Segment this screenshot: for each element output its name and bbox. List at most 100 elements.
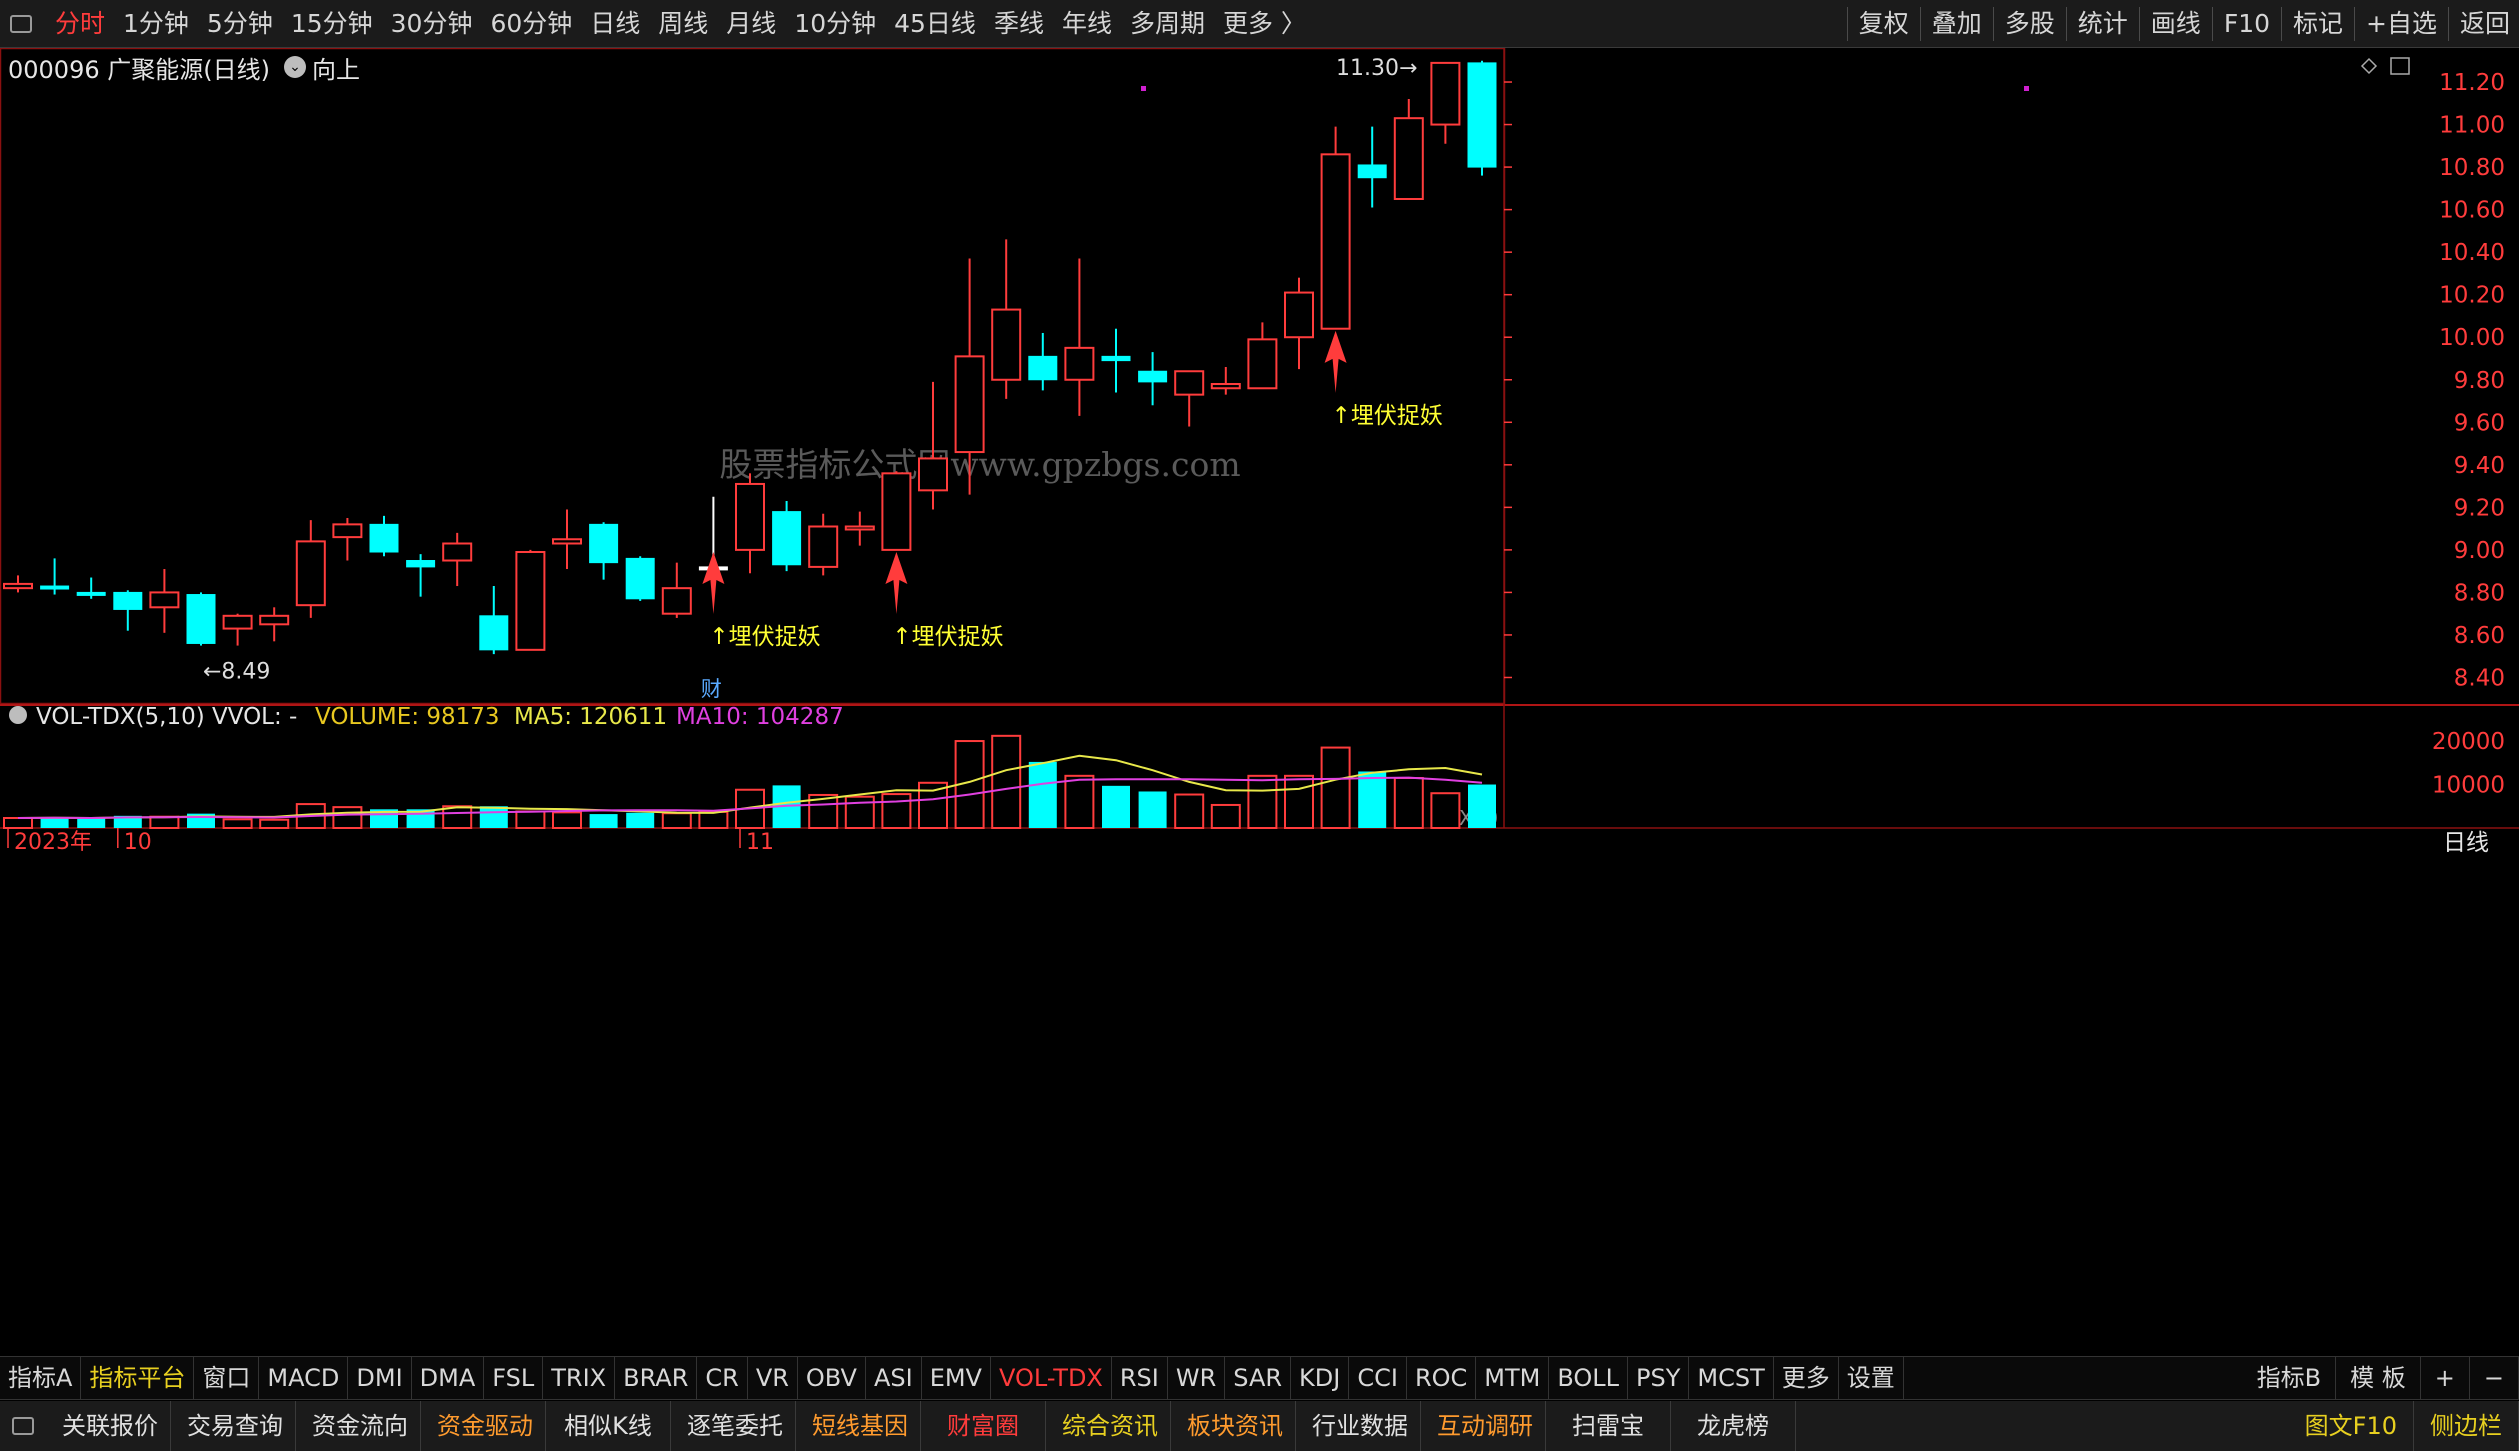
period-tab-12[interactable]: 年线 (1053, 0, 1121, 48)
toolbar-divider (2281, 6, 2283, 41)
volume-bar-up (1284, 774, 1314, 830)
period-tab-1[interactable]: 1分钟 (114, 0, 198, 48)
period-tab-11[interactable]: 季线 (985, 0, 1053, 48)
indicator-tool-2[interactable]: + (2421, 1356, 2470, 1400)
period-tab-3[interactable]: 15分钟 (282, 0, 382, 48)
indicator-tab-18[interactable]: KDJ (1291, 1356, 1350, 1400)
period-toolbar: 分时 1分钟 5分钟 15分钟 30分钟 60分钟 日线 周线 月线 10分钟 45日线 季线 年线 多周… (0, 0, 2519, 48)
period-tab-4[interactable]: 30分钟 (382, 0, 482, 48)
candle-body-up (149, 591, 180, 609)
candle-body-down (40, 585, 70, 590)
window-menu-icon[interactable] (10, 14, 32, 33)
indicator-tab-20[interactable]: ROC (1407, 1356, 1477, 1400)
volume-bar-up (3, 817, 33, 829)
indicator-tab-9[interactable]: CR (697, 1356, 748, 1400)
indicator-tab-26[interactable]: 设置 (1839, 1356, 1904, 1400)
indicator-tab-16[interactable]: WR (1168, 1356, 1226, 1400)
function-tab-6[interactable]: 短线基因 (796, 1401, 921, 1451)
function-tab-2[interactable]: 资金流向 (296, 1401, 421, 1451)
volume-tick-label: 20000 (2432, 729, 2505, 755)
indicator-tab-0[interactable]: 指标A (0, 1356, 82, 1400)
volume-bar-up (661, 812, 692, 830)
period-tab-6[interactable]: 日线 (581, 0, 649, 48)
volume-bar-down (479, 806, 508, 828)
indicator-tab-15[interactable]: RSI (1112, 1356, 1168, 1400)
indicator-tab-5[interactable]: DMA (412, 1356, 485, 1400)
tool-button-4[interactable]: 画线 (2142, 0, 2210, 48)
indicator-tab-7[interactable]: TRIX (543, 1356, 616, 1400)
indicator-tab-10[interactable]: VR (748, 1356, 798, 1400)
indicator-tool-1[interactable]: 模 板 (2336, 1356, 2421, 1400)
tool-button-5[interactable]: F10 (2215, 0, 2279, 48)
function-tab-4[interactable]: 相似K线 (546, 1401, 671, 1451)
function-tab-7[interactable]: 财富圈 (921, 1401, 1046, 1451)
function-tab-1[interactable]: 交易查询 (171, 1401, 296, 1451)
candle-body-up (808, 525, 839, 568)
function-tab-11[interactable]: 互动调研 (1421, 1401, 1546, 1451)
panel-toggle-icon[interactable] (12, 1417, 34, 1435)
period-tab-2[interactable]: 5分钟 (198, 0, 282, 48)
volume-bar-down (626, 812, 655, 828)
period-tab-10[interactable]: 45日线 (885, 0, 985, 48)
indicator-tab-6[interactable]: FSL (484, 1356, 544, 1400)
function-tab-3[interactable]: 资金驱动 (421, 1401, 546, 1451)
period-tab-5[interactable]: 60分钟 (481, 0, 581, 48)
indicator-tab-14[interactable]: VOL-TDX (991, 1356, 1112, 1400)
indicator-tab-25[interactable]: 更多 (1774, 1356, 1839, 1400)
period-tab-13[interactable]: 多周期 (1121, 0, 1214, 48)
period-tab-7[interactable]: 周线 (649, 0, 717, 48)
indicator-tab-21[interactable]: MTM (1476, 1356, 1550, 1400)
function-tab-12[interactable]: 扫雷宝 (1546, 1401, 1671, 1451)
tool-button-8[interactable]: 返回 (2451, 0, 2519, 48)
candle-body-up (222, 614, 253, 630)
tool-button-0[interactable]: 复权 (1850, 0, 1918, 48)
function-tab-13[interactable]: 龙虎榜 (1671, 1401, 1796, 1451)
tool-button-6[interactable]: 标记 (2284, 0, 2352, 48)
volume-bar-down (589, 814, 618, 828)
tool-button-2[interactable]: 多股 (1996, 0, 2064, 48)
indicator-tabs: 指标A 指标平台 窗口 MACD DMI DMA FSL TRIX BRAR CR VR OBV ASI… (0, 1356, 1904, 1400)
indicator-tab-8[interactable]: BRAR (615, 1356, 698, 1400)
period-tab-0[interactable]: 分时 (46, 0, 114, 48)
indicator-tab-11[interactable]: OBV (798, 1356, 866, 1400)
indicator-tab-24[interactable]: MCST (1689, 1356, 1774, 1400)
indicator-tab-4[interactable]: DMI (348, 1356, 412, 1400)
indicator-tool-0[interactable]: 指标B (2243, 1356, 2337, 1400)
function-tab-0[interactable]: 关联报价 (46, 1401, 171, 1451)
volume-bar-up (1320, 746, 1351, 830)
tool-button-3[interactable]: 统计 (2069, 0, 2137, 48)
function-tab-9[interactable]: 板块资讯 (1171, 1401, 1296, 1451)
x-tick-label: 2023年 (14, 830, 92, 855)
candle-body-up (1247, 338, 1278, 390)
volume-bar-up (1393, 777, 1424, 829)
kline-chart[interactable]: 11.20 11.00 10.80 10.60 10.40 10.20 10.00 9.80 9… (0, 48, 2519, 1356)
tool-button-1[interactable]: 叠加 (1923, 0, 1991, 48)
price-tick-label: 10.00 (2439, 325, 2505, 351)
period-tab-8[interactable]: 月线 (717, 0, 785, 48)
tool-button-7[interactable]: +自选 (2357, 0, 2446, 48)
function-right-tab-0[interactable]: 图文F10 (2289, 1401, 2414, 1451)
price-tick-label: 10.80 (2439, 155, 2505, 181)
indicator-tab-23[interactable]: PSY (1628, 1356, 1690, 1400)
candle-body-down (772, 511, 802, 566)
volume-bar-up (259, 818, 290, 830)
indicator-tab-22[interactable]: BOLL (1549, 1356, 1629, 1400)
function-tab-10[interactable]: 行业数据 (1296, 1401, 1421, 1451)
indicator-tab-19[interactable]: CCI (1349, 1356, 1407, 1400)
indicator-tool-3[interactable]: − (2470, 1356, 2519, 1400)
price-tick-label: 8.40 (2454, 665, 2505, 691)
indicator-tab-2[interactable]: 窗口 (194, 1356, 260, 1400)
function-tab-5[interactable]: 逐笔委托 (671, 1401, 796, 1451)
indicator-tab-13[interactable]: EMV (922, 1356, 991, 1400)
period-tab-14[interactable]: 更多 〉 (1214, 0, 1315, 48)
function-tab-8[interactable]: 综合资讯 (1046, 1401, 1171, 1451)
period-tab-9[interactable]: 10分钟 (785, 0, 885, 48)
signal-label: ↑埋伏捉妖 (1332, 403, 1443, 429)
volume-bar-down (1102, 785, 1130, 828)
function-right-tab-1[interactable]: 侧边栏 (2414, 1401, 2519, 1451)
indicator-tab-17[interactable]: SAR (1225, 1356, 1292, 1400)
indicator-tab-12[interactable]: ASI (866, 1356, 922, 1400)
indicator-tab-3[interactable]: MACD (259, 1356, 349, 1400)
candle-body-up (552, 538, 582, 545)
indicator-tab-1[interactable]: 指标平台 (81, 1356, 195, 1400)
